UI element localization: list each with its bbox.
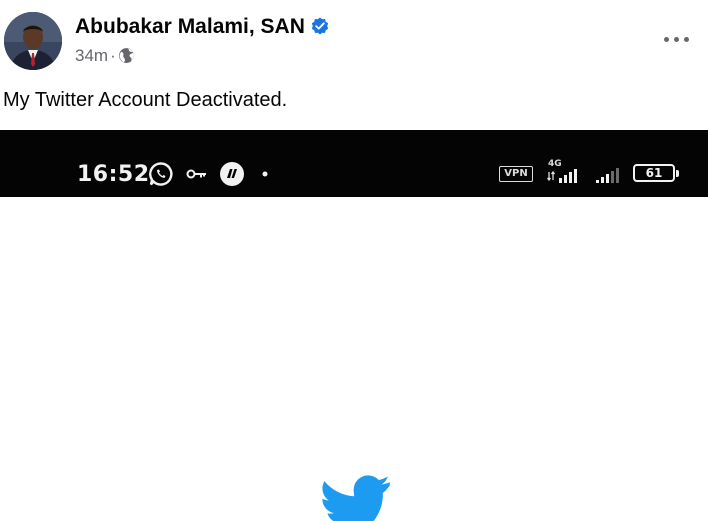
meta-separator: · xyxy=(110,46,116,65)
key-icon xyxy=(186,169,206,179)
post-timestamp[interactable]: 34m xyxy=(75,46,108,65)
globe-icon[interactable] xyxy=(118,47,135,64)
author-name[interactable]: Abubakar Malami, SAN xyxy=(75,14,329,40)
facebook-post: Abubakar Malami, SAN 34m · My Twitter Acc… xyxy=(0,0,708,521)
post-image-screenshot[interactable]: 16:52 VPN 4G 61 xyxy=(0,130,708,521)
dot-icon xyxy=(262,171,268,177)
post-caption: My Twitter Account Deactivated. xyxy=(3,89,288,111)
vpn-icon: VPN xyxy=(499,166,533,182)
app-notification-icon xyxy=(220,162,244,186)
more-options-button[interactable] xyxy=(660,26,694,52)
more-options-icon-dot xyxy=(674,37,679,42)
avatar-image xyxy=(4,12,62,70)
twitter-bird-icon xyxy=(322,475,390,521)
phone-status-bar: 16:52 VPN 4G 61 xyxy=(0,130,708,197)
verified-badge-icon xyxy=(311,17,329,35)
more-options-icon-dot xyxy=(684,37,689,42)
author-name-text[interactable]: Abubakar Malami, SAN xyxy=(75,15,305,38)
whatsapp-icon xyxy=(149,162,173,186)
avatar[interactable] xyxy=(4,12,62,70)
status-time: 16:52 xyxy=(77,162,150,187)
battery-icon: 61 xyxy=(633,164,679,182)
post-header: Abubakar Malami, SAN 34m · xyxy=(0,0,708,80)
signal-icon xyxy=(546,169,577,183)
signal-icon xyxy=(596,168,619,183)
more-options-icon xyxy=(664,37,669,42)
post-meta: 34m · xyxy=(75,45,135,67)
